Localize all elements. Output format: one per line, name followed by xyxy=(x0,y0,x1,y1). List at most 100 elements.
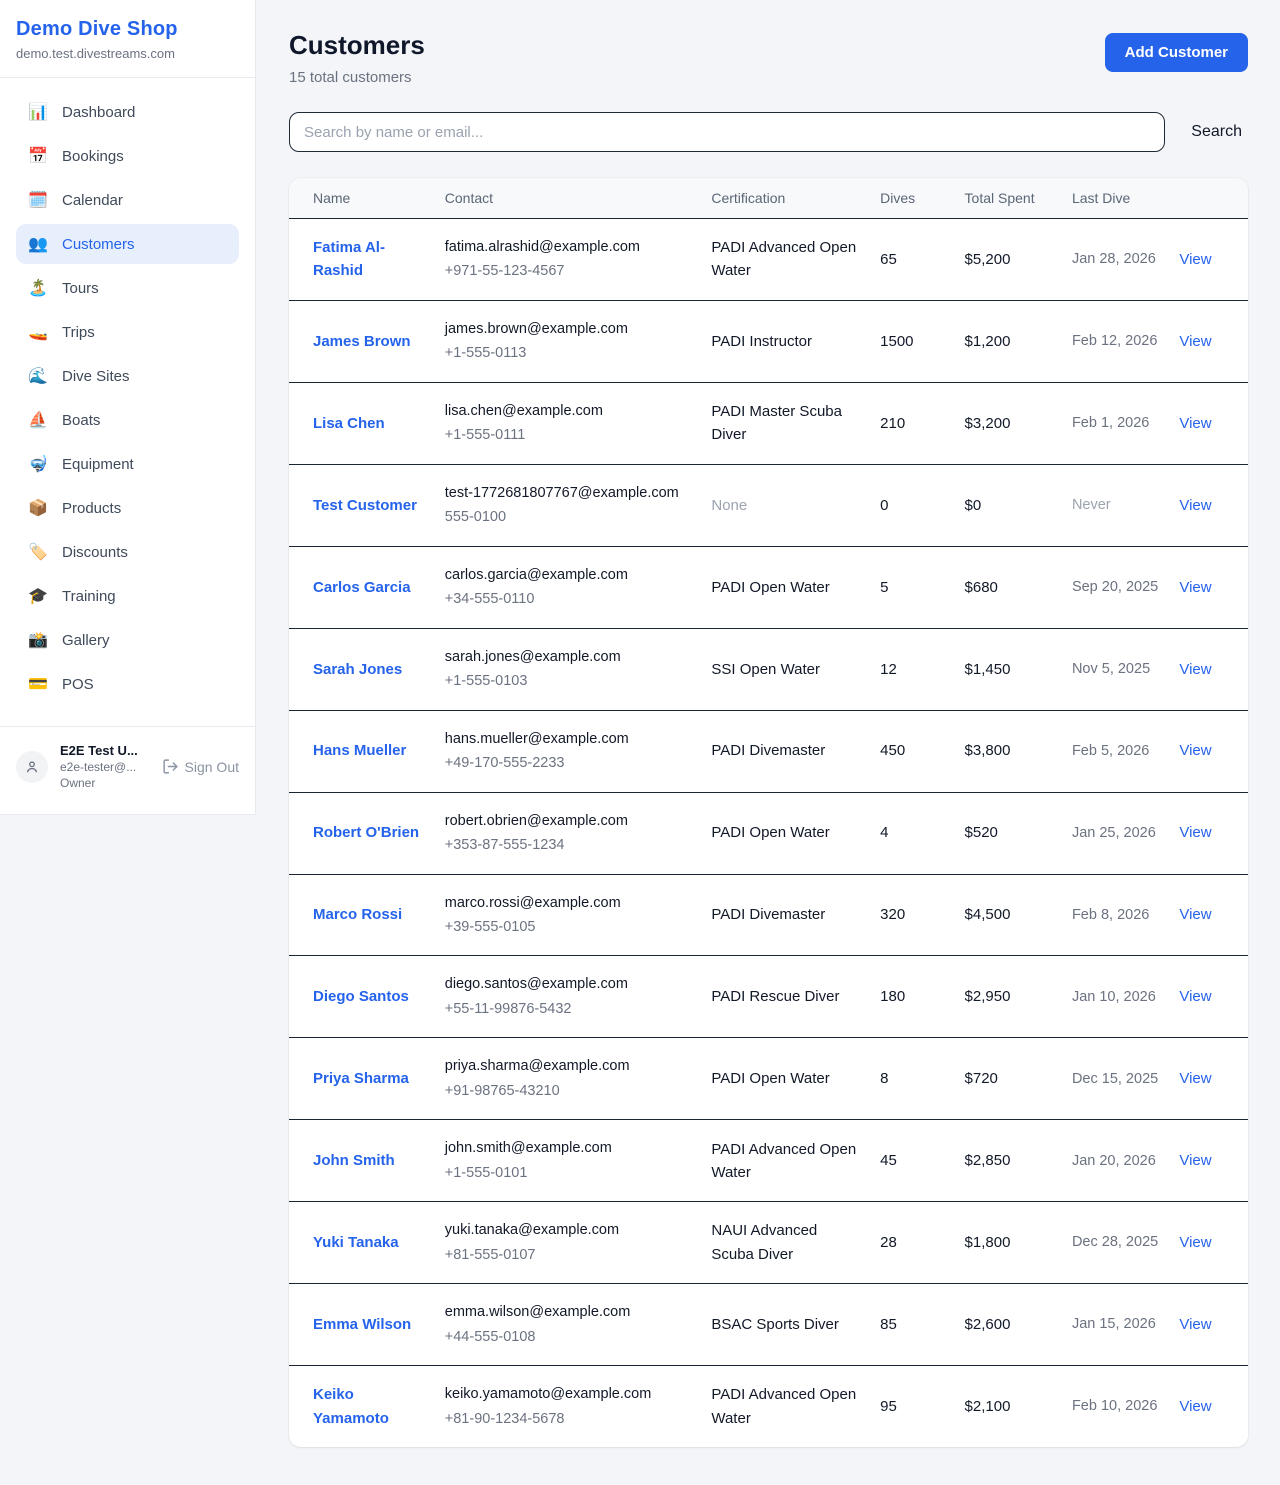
view-link[interactable]: View xyxy=(1179,988,1211,1005)
sidebar-item-gallery[interactable]: 📸Gallery xyxy=(16,620,239,660)
view-link[interactable]: View xyxy=(1179,1398,1211,1415)
table-row: Fatima Al-Rashidfatima.alrashid@example.… xyxy=(289,219,1248,301)
sign-out-label: Sign Out xyxy=(185,759,239,775)
view-link[interactable]: View xyxy=(1179,661,1211,678)
customer-name-link[interactable]: Priya Sharma xyxy=(313,1070,409,1087)
customer-phone: +353-87-555-1234 xyxy=(445,834,692,856)
action-cell: View xyxy=(1169,300,1248,382)
certification-cell: PADI Divemaster xyxy=(701,874,870,956)
certification-cell: PADI Divemaster xyxy=(701,710,870,792)
table-row: John Smith john.smith@example.com+1-555-0… xyxy=(289,1120,1248,1202)
customer-name-link[interactable]: Sarah Jones xyxy=(313,661,402,678)
contact-cell: hans.mueller@example.com+49-170-555-2233 xyxy=(435,710,702,792)
sign-out-button[interactable]: Sign Out xyxy=(162,758,239,775)
customer-email: sarah.jones@example.com xyxy=(445,646,692,668)
customer-name-link[interactable]: John Smith xyxy=(313,1152,395,1169)
view-link[interactable]: View xyxy=(1179,579,1211,596)
search-button[interactable]: Search xyxy=(1191,123,1242,141)
sidebar-item-discounts[interactable]: 🏷️Discounts xyxy=(16,532,239,572)
certification-cell: PADI Advanced Open Water xyxy=(701,1366,870,1447)
action-cell: View xyxy=(1169,382,1248,464)
customer-name-link[interactable]: Lisa Chen xyxy=(313,415,385,432)
customer-email: james.brown@example.com xyxy=(445,318,692,340)
customer-name-link[interactable]: Hans Mueller xyxy=(313,742,406,759)
name-cell: John Smith xyxy=(289,1120,435,1202)
customer-email: diego.santos@example.com xyxy=(445,973,692,995)
action-cell: View xyxy=(1169,1038,1248,1120)
search-input[interactable] xyxy=(289,112,1165,152)
customer-name-link[interactable]: Test Customer xyxy=(313,497,417,514)
view-link[interactable]: View xyxy=(1179,906,1211,923)
dives-cell: 180 xyxy=(870,956,954,1038)
page-title: Customers xyxy=(289,30,425,61)
sidebar-item-tours[interactable]: 🏝️Tours xyxy=(16,268,239,308)
action-cell: View xyxy=(1169,1284,1248,1366)
sidebar-item-label: Bookings xyxy=(62,148,124,165)
action-cell: View xyxy=(1169,1120,1248,1202)
contact-cell: james.brown@example.com+1-555-0113 xyxy=(435,300,702,382)
column-header: Dives xyxy=(870,178,954,219)
customer-name-link[interactable]: Yuki Tanaka xyxy=(313,1234,399,1251)
sidebar: Demo Dive Shop demo.test.divestreams.com… xyxy=(0,0,256,815)
sidebar-item-products[interactable]: 📦Products xyxy=(16,488,239,528)
action-cell: View xyxy=(1169,1202,1248,1284)
sidebar-item-calendar[interactable]: 🗓️Calendar xyxy=(16,180,239,220)
dives-cell: 45 xyxy=(870,1120,954,1202)
sidebar-item-boats[interactable]: ⛵Boats xyxy=(16,400,239,440)
name-cell: Test Customer xyxy=(289,464,435,546)
customer-name-link[interactable]: Carlos Garcia xyxy=(313,579,411,596)
customer-email: marco.rossi@example.com xyxy=(445,892,692,914)
name-cell: Fatima Al-Rashid xyxy=(289,219,435,301)
contact-cell: keiko.yamamoto@example.com+81-90-1234-56… xyxy=(435,1366,702,1447)
view-link[interactable]: View xyxy=(1179,1316,1211,1333)
sidebar-item-training[interactable]: 🎓Training xyxy=(16,576,239,616)
column-header: Name xyxy=(289,178,435,219)
view-link[interactable]: View xyxy=(1179,497,1211,514)
sidebar-item-label: Discounts xyxy=(62,544,128,561)
credit-card-icon: 💳 xyxy=(28,676,50,692)
table-row: Carlos Garciacarlos.garcia@example.com+3… xyxy=(289,546,1248,628)
total-spent-cell: $5,200 xyxy=(955,219,1062,301)
sidebar-item-dashboard[interactable]: 📊Dashboard xyxy=(16,92,239,132)
customer-name-link[interactable]: Diego Santos xyxy=(313,988,409,1005)
certification-cell: BSAC Sports Diver xyxy=(701,1284,870,1366)
name-cell: James Brown xyxy=(289,300,435,382)
customer-name-link[interactable]: Keiko Yamamoto xyxy=(313,1386,389,1426)
contact-cell: john.smith@example.com+1-555-0101 xyxy=(435,1120,702,1202)
view-link[interactable]: View xyxy=(1179,742,1211,759)
sidebar-item-trips[interactable]: 🚤Trips xyxy=(16,312,239,352)
table-row: Marco Rossimarco.rossi@example.com+39-55… xyxy=(289,874,1248,956)
sidebar-item-dive-sites[interactable]: 🌊Dive Sites xyxy=(16,356,239,396)
action-cell: View xyxy=(1169,219,1248,301)
table-row: Hans Mueller hans.mueller@example.com+49-… xyxy=(289,710,1248,792)
total-spent-cell: $0 xyxy=(955,464,1062,546)
certification-cell: NAUI Advanced Scuba Diver xyxy=(701,1202,870,1284)
sidebar-item-customers[interactable]: 👥Customers xyxy=(16,224,239,264)
view-link[interactable]: View xyxy=(1179,1152,1211,1169)
total-spent-cell: $1,200 xyxy=(955,300,1062,382)
customer-name-link[interactable]: James Brown xyxy=(313,333,411,350)
customer-email: lisa.chen@example.com xyxy=(445,400,692,422)
customer-name-link[interactable]: Fatima Al-Rashid xyxy=(313,239,385,279)
sidebar-item-pos[interactable]: 💳POS xyxy=(16,664,239,704)
sidebar-item-label: Trips xyxy=(62,324,95,341)
view-link[interactable]: View xyxy=(1179,333,1211,350)
view-link[interactable]: View xyxy=(1179,1234,1211,1251)
sidebar-item-equipment[interactable]: 🤿Equipment xyxy=(16,444,239,484)
view-link[interactable]: View xyxy=(1179,1070,1211,1087)
customer-name-link[interactable]: Marco Rossi xyxy=(313,906,402,923)
view-link[interactable]: View xyxy=(1179,824,1211,841)
view-link[interactable]: View xyxy=(1179,251,1211,268)
user-role: Owner xyxy=(60,776,158,790)
sidebar-item-bookings[interactable]: 📅Bookings xyxy=(16,136,239,176)
certification-cell: PADI Rescue Diver xyxy=(701,956,870,1038)
view-link[interactable]: View xyxy=(1179,415,1211,432)
customer-name-link[interactable]: Robert O'Brien xyxy=(313,824,419,841)
customer-name-link[interactable]: Emma Wilson xyxy=(313,1316,411,1333)
add-customer-button[interactable]: Add Customer xyxy=(1105,33,1248,72)
search-bar: Search xyxy=(289,112,1248,152)
action-cell: View xyxy=(1169,628,1248,710)
last-dive-cell: Sep 20, 2025 xyxy=(1062,546,1169,628)
sidebar-item-label: Products xyxy=(62,500,121,517)
last-dive-cell: Nov 5, 2025 xyxy=(1062,628,1169,710)
